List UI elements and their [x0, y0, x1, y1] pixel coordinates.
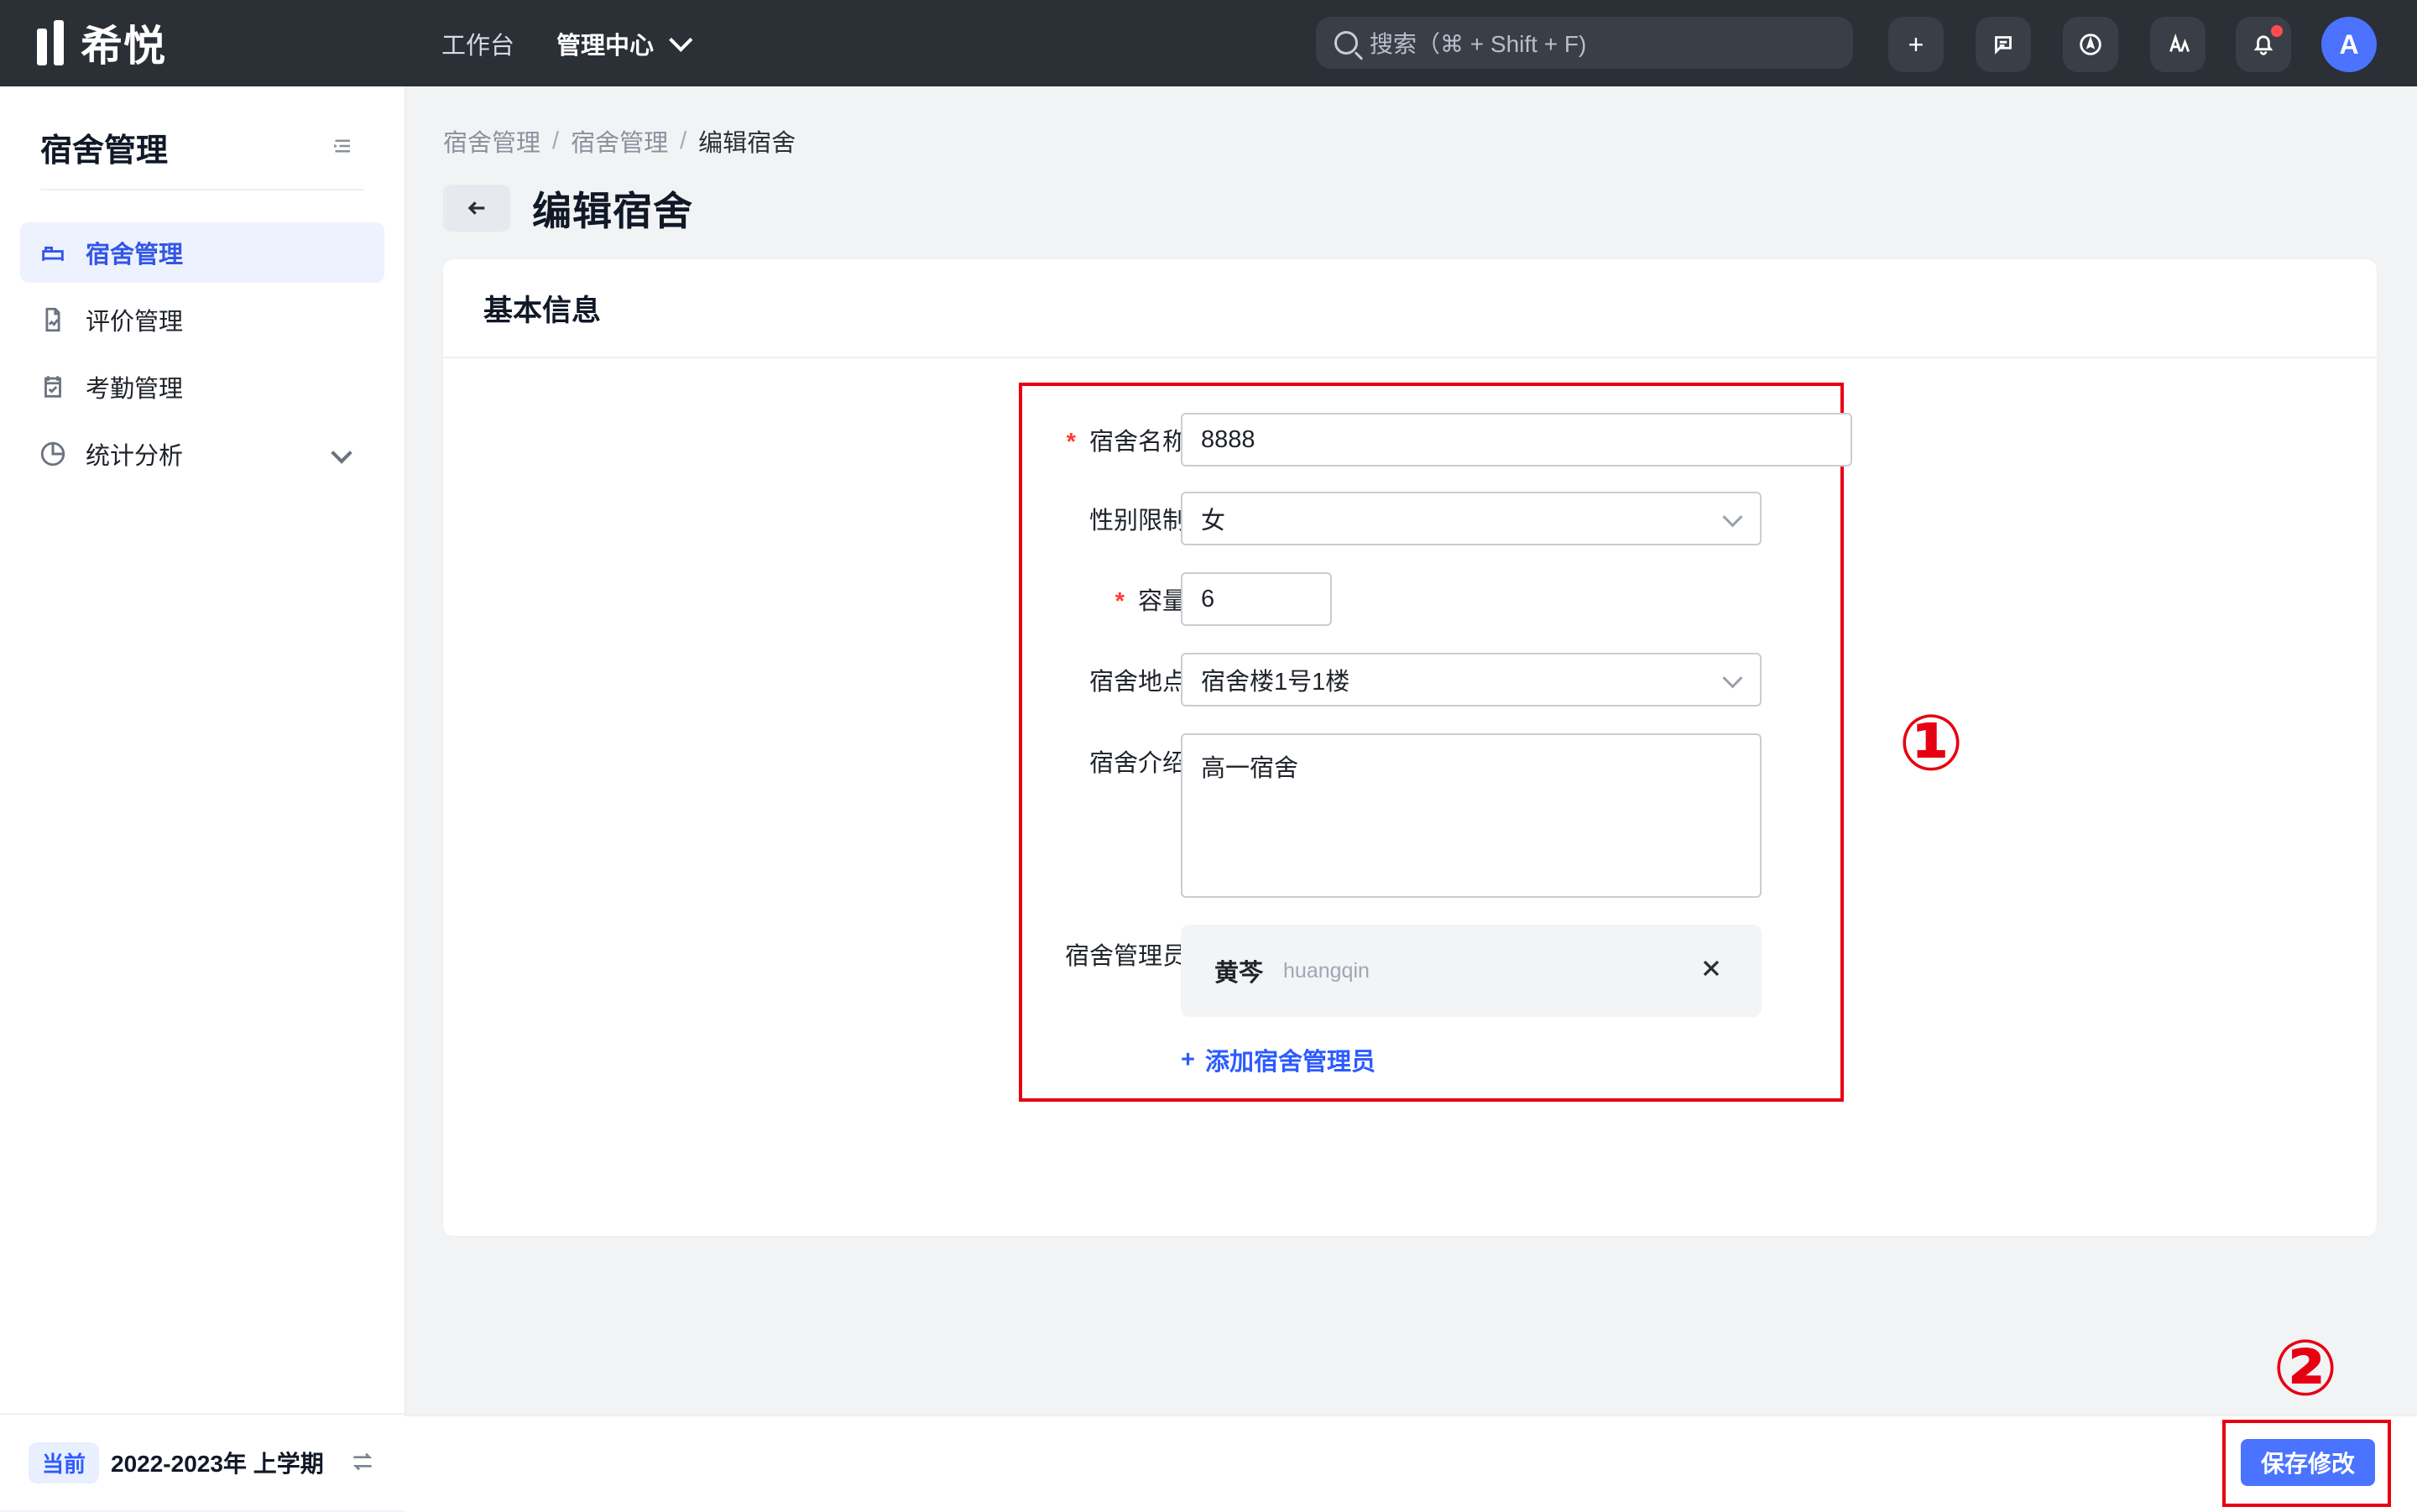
nav-workbench[interactable]: 工作台 — [441, 26, 514, 61]
page-title: 编辑宿舍 — [532, 189, 693, 233]
app-logo[interactable]: 希悦 — [37, 17, 166, 70]
logo-mark-icon — [37, 20, 67, 65]
dorm-edit-form: * 宿舍名称 8888 性别限制 女 * 容量 6 宿舍地点 宿舍楼1号1楼 宿… — [1019, 383, 1852, 1102]
annotation-number-1: ① — [1898, 698, 1964, 788]
dorm-name-value: 8888 — [1201, 425, 1255, 453]
required-mark: * — [1066, 429, 1076, 456]
card-title: 基本信息 — [443, 259, 2377, 358]
close-icon[interactable] — [1698, 955, 1725, 982]
current-term: 2022-2023年 上学期 — [111, 1451, 324, 1477]
logo-text: 希悦 — [81, 23, 166, 70]
breadcrumb-separator: / — [680, 127, 687, 154]
save-changes-button[interactable]: 保存修改 — [2241, 1439, 2375, 1486]
page-footer — [405, 1415, 2417, 1512]
intro-label: 宿舍介绍 — [1088, 750, 1187, 777]
chevron-down-icon — [331, 442, 352, 464]
form-row-gender: 性别限制 女 — [1019, 492, 1844, 545]
chat-icon — [1995, 36, 2012, 55]
chevron-down-icon — [669, 28, 693, 52]
gender-label: 性别限制 — [1088, 508, 1187, 534]
breadcrumb-current: 编辑宿舍 — [698, 130, 796, 157]
arrow-left-icon — [467, 201, 485, 215]
form-row-capacity: * 容量 6 — [1019, 572, 1844, 626]
sidebar-item-dorm-management[interactable]: 宿舍管理 — [20, 222, 384, 283]
sidebar-divider — [40, 189, 364, 190]
annotation-number-2: ② — [2273, 1323, 2338, 1413]
apps-button[interactable] — [2063, 17, 2118, 72]
sidebar-item-label: 评价管理 — [86, 309, 184, 336]
breadcrumb-item[interactable]: 宿舍管理 — [443, 123, 540, 159]
add-dorm-admin-label: 添加宿舍管理员 — [1204, 1049, 1376, 1076]
top-bar: 希悦 工作台 管理中心 搜索（⌘ + Shift + F) + A — [0, 0, 2417, 86]
sidebar-menu: 宿舍管理 评价管理 考勤管理 统计分析 — [20, 222, 384, 491]
notifications-button[interactable] — [2236, 17, 2291, 72]
sidebar-item-attendance-management[interactable]: 考勤管理 — [20, 357, 384, 417]
pie-chart-icon — [40, 441, 65, 467]
page-titlebar: 编辑宿舍 — [443, 179, 693, 237]
term-selector[interactable]: 当前 2022-2023年 上学期 — [0, 1413, 405, 1510]
sidebar-item-label: 统计分析 — [86, 443, 184, 470]
back-button[interactable] — [443, 184, 510, 232]
add-dorm-admin-button[interactable]: + 添加宿舍管理员 — [1181, 1042, 1376, 1077]
document-chart-icon — [45, 307, 60, 332]
capacity-label: * 容量 — [1115, 588, 1187, 615]
admin-id: huangqin — [1283, 958, 1370, 983]
breadcrumb: 宿舍管理 / 宿舍管理 / 编辑宿舍 — [443, 123, 796, 159]
intro-textarea[interactable]: 高一宿舍 — [1181, 733, 1762, 898]
admin-label: 宿舍管理员 — [1064, 943, 1187, 970]
user-avatar[interactable]: A — [2321, 17, 2377, 72]
location-label: 宿舍地点 — [1088, 669, 1187, 696]
gender-select[interactable]: 女 — [1181, 492, 1762, 545]
required-mark: * — [1115, 588, 1125, 615]
sidebar-item-label: 考勤管理 — [86, 376, 184, 403]
dorm-name-label: * 宿舍名称 — [1066, 429, 1187, 456]
bed-icon — [42, 246, 64, 261]
form-row-dorm-name: * 宿舍名称 8888 — [1019, 413, 1852, 467]
dorm-admin-item: 黄芩 huangqin — [1181, 925, 1762, 1017]
sidebar-item-statistics[interactable]: 统计分析 — [20, 424, 384, 484]
collapse-sidebar-icon[interactable] — [329, 133, 354, 159]
form-row-location: 宿舍地点 宿舍楼1号1楼 — [1019, 653, 1844, 706]
sidebar-item-evaluation-management[interactable]: 评价管理 — [20, 289, 384, 350]
create-button[interactable]: + — [1888, 17, 1944, 72]
text-settings-button[interactable] — [2150, 17, 2206, 72]
admin-name: 黄芩 — [1214, 960, 1264, 987]
search-icon — [1334, 31, 1358, 55]
location-value: 宿舍楼1号1楼 — [1201, 669, 1350, 696]
calendar-check-icon — [44, 376, 61, 398]
nav-admin-center-label: 管理中心 — [556, 32, 655, 60]
location-select[interactable]: 宿舍楼1号1楼 — [1181, 653, 1762, 706]
plus-icon: + — [1908, 29, 1924, 60]
global-search[interactable]: 搜索（⌘ + Shift + F) — [1316, 17, 1853, 69]
current-term-chip: 当前 — [29, 1442, 100, 1483]
notification-badge — [2271, 25, 2283, 37]
capacity-value: 6 — [1201, 585, 1215, 613]
capacity-input[interactable]: 6 — [1181, 572, 1332, 626]
compass-icon — [2080, 34, 2101, 55]
breadcrumb-separator: / — [552, 127, 560, 154]
breadcrumb-item[interactable]: 宿舍管理 — [571, 123, 668, 159]
intro-value: 高一宿舍 — [1201, 755, 1299, 782]
plus-icon: + — [1181, 1045, 1195, 1073]
sidebar-item-label: 宿舍管理 — [86, 242, 184, 269]
nav-admin-center[interactable]: 管理中心 — [556, 26, 693, 61]
messages-button[interactable] — [1976, 17, 2031, 72]
text-icon — [2169, 34, 2190, 52]
gender-value: 女 — [1201, 508, 1226, 534]
dorm-name-input[interactable]: 8888 — [1181, 413, 1852, 467]
top-navigation: 工作台 管理中心 — [441, 0, 693, 86]
search-placeholder: 搜索（⌘ + Shift + F) — [1370, 31, 1587, 57]
form-row-intro: 宿舍介绍 高一宿舍 — [1019, 733, 1844, 898]
sidebar-title: 宿舍管理 — [40, 133, 169, 169]
sidebar: 宿舍管理 宿舍管理 评价管理 考勤管理 统计分析 当前 2022-2023年 上… — [0, 86, 405, 1510]
swap-icon[interactable] — [349, 1448, 376, 1475]
